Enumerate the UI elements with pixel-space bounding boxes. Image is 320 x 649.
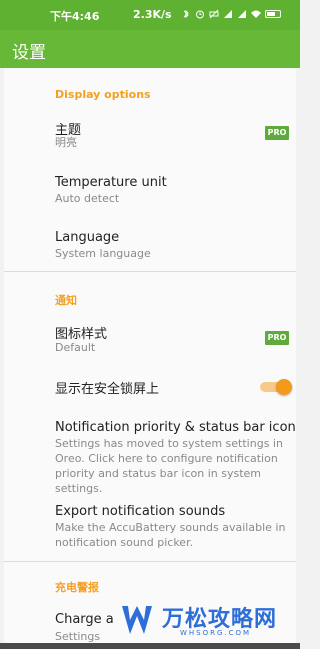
section-divider (4, 561, 296, 562)
battery-icon (265, 10, 281, 18)
section-header-charge-alarm: 充电警报 (55, 581, 99, 594)
section-header-notification: 通知 (55, 294, 77, 307)
setting-charge-value: Settings (55, 630, 101, 643)
setting-export-line-2: notification sound picker. (55, 536, 194, 549)
setting-priority-title: Notification priority & status bar icon (55, 420, 296, 435)
watermark-sub: WHSORG.COM (180, 629, 252, 637)
bluetooth-icon (181, 9, 191, 19)
setting-priority-line-3: priority and status bar icon in system s… (55, 467, 262, 495)
app-bar: 设置 (0, 30, 300, 68)
status-bar: 下午4:46 2.3K/s (0, 0, 300, 30)
setting-theme-value: 明亮 (55, 136, 77, 149)
lockscreen-toggle[interactable] (260, 379, 292, 395)
status-icons (181, 9, 281, 19)
setting-priority-line-2: Oreo. Click here to configure notificati… (55, 452, 278, 465)
setting-language-title: Language (55, 230, 120, 245)
setting-charge-title: Charge a (55, 612, 114, 627)
wifi-icon (251, 9, 261, 19)
page-title: 设置 (12, 43, 46, 63)
status-time: 下午4:46 (50, 10, 100, 23)
settings-list: Display options 主题 明亮 PRO Temperature un… (4, 68, 296, 649)
alarm-icon (195, 9, 205, 19)
setting-lockscreen-title: 显示在安全锁屏上 (55, 382, 160, 397)
mute-icon (209, 9, 219, 19)
network-speed: 2.3K/s (133, 8, 172, 21)
section-divider (4, 271, 296, 272)
setting-temperature-value: Auto detect (55, 192, 120, 205)
setting-export-line-1: Make the AccuBattery sounds available in (55, 521, 286, 534)
watermark: 万松攻略网 WHSORG.COM (120, 600, 290, 645)
setting-export-title: Export notification sounds (55, 504, 226, 519)
signal-icon (223, 9, 233, 19)
watermark-logo-icon (122, 606, 152, 634)
setting-temperature-title: Temperature unit (55, 175, 167, 190)
setting-language-value: System language (55, 247, 151, 260)
pro-badge: PRO (265, 331, 289, 345)
setting-priority-line-1: Settings has moved to system settings in (55, 437, 283, 450)
signal-icon (237, 9, 247, 19)
nav-bar (0, 643, 300, 649)
section-header-display: Display options (55, 88, 151, 101)
pro-badge: PRO (265, 126, 289, 140)
setting-icon-style-value: Default (55, 341, 96, 354)
